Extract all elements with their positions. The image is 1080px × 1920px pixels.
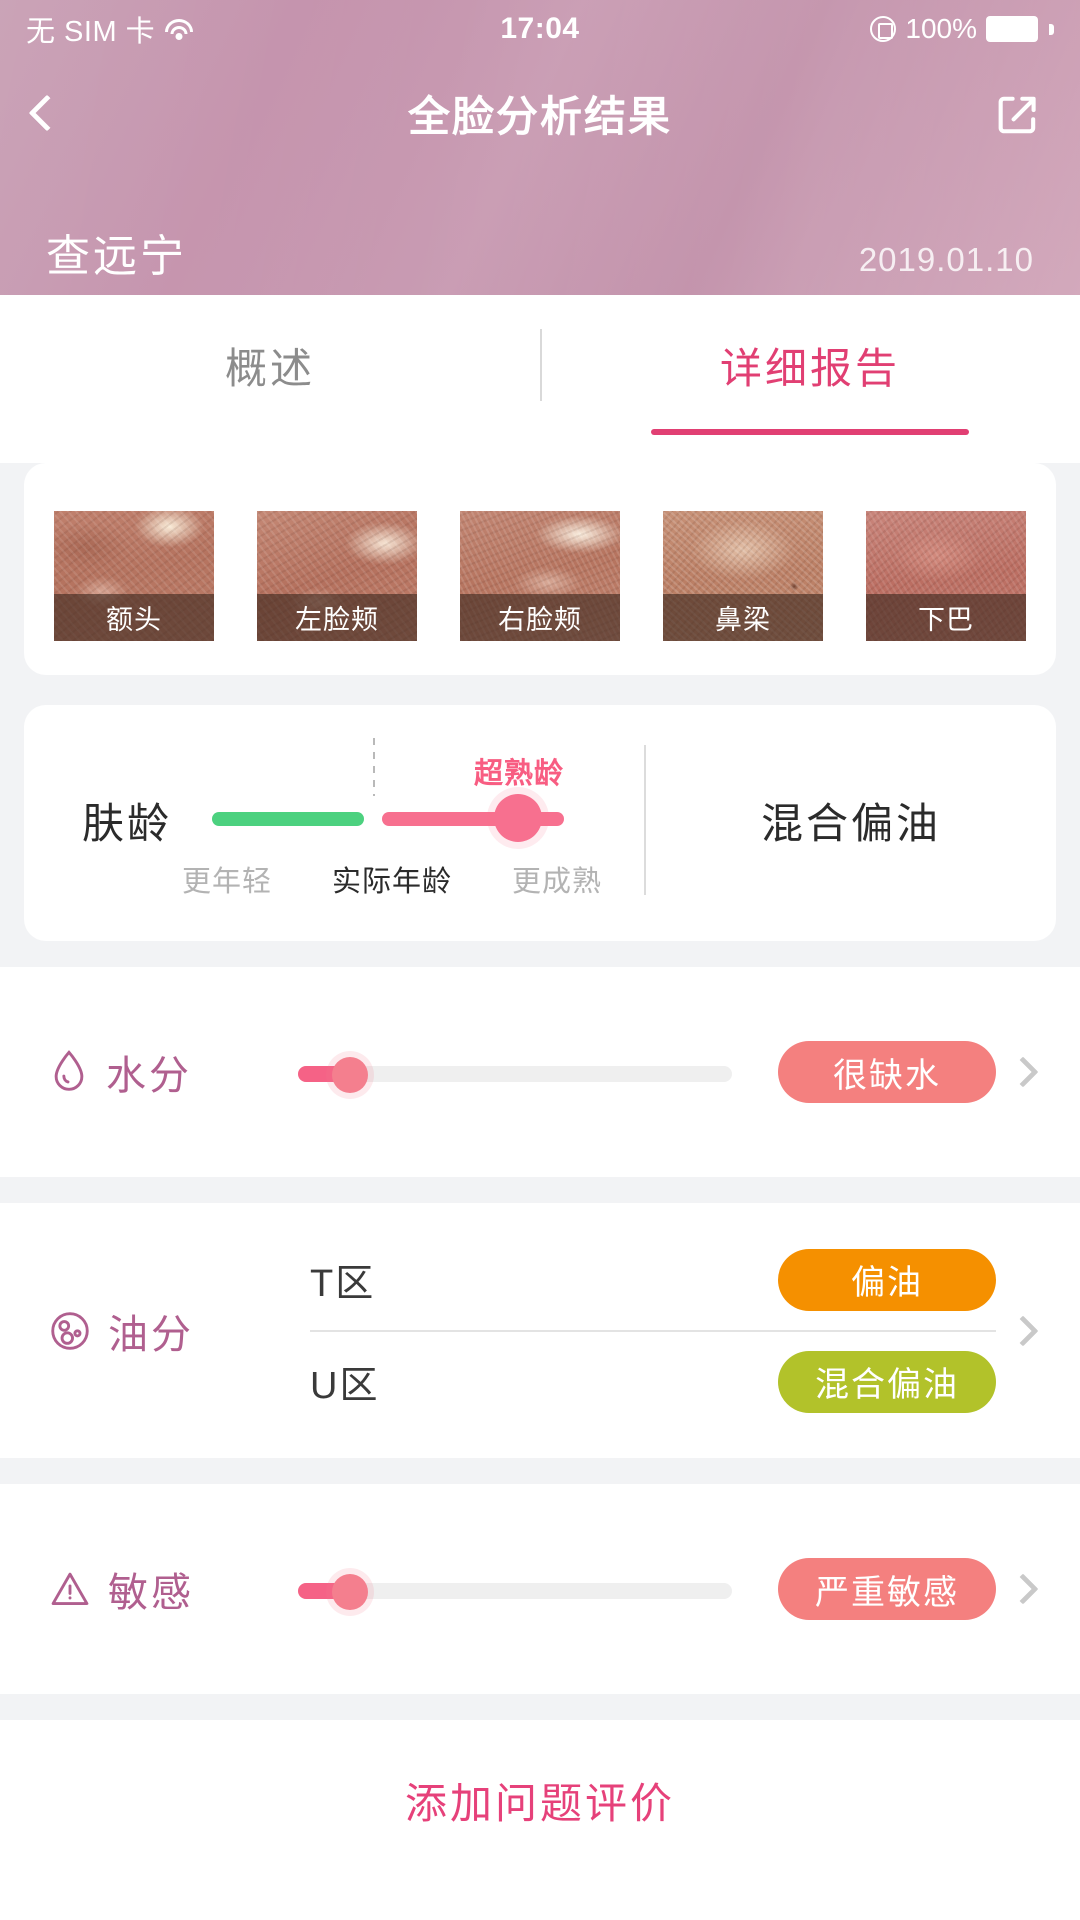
oil-zone-name: U区 — [310, 1365, 380, 1407]
oil-detail-arrow[interactable] — [996, 1314, 1050, 1347]
tab-overview[interactable]: 概述 — [0, 295, 540, 435]
section-gap — [0, 1694, 1080, 1720]
sensitivity-detail-arrow[interactable] — [996, 1573, 1050, 1605]
battery-cap-icon — [1049, 23, 1054, 35]
metric-row-oil[interactable]: 油分 T区 偏油 U区 混合偏油 — [0, 1203, 1080, 1458]
page-title: 全脸分析结果 — [407, 92, 672, 140]
back-button[interactable] — [28, 83, 94, 143]
analysis-date: 2019.01.10 — [858, 241, 1034, 278]
tab-bar: 概述 详细报告 — [0, 295, 1080, 435]
chevron-right-icon — [1007, 1573, 1039, 1605]
patch-thumbnail: 下巴 — [866, 511, 1026, 641]
skin-age-card: 肤龄 超熟龄 更年轻 实际年龄 更成熟 混合偏油 — [24, 705, 1056, 941]
patch-thumbnail: 左脸颊 — [257, 511, 417, 641]
moisture-slider[interactable] — [298, 1043, 732, 1101]
oil-zone-status-wrap: 混合偏油 — [778, 1350, 996, 1413]
skin-age-badge: 超熟龄 — [474, 758, 565, 790]
patch-label: 下巴 — [866, 594, 1026, 641]
moisture-slider-knob[interactable] — [332, 1057, 368, 1093]
nav-bar: 全脸分析结果 — [0, 58, 1080, 168]
oil-zone-status-badge: 偏油 — [778, 1248, 996, 1311]
content-body: 额头 左脸颊 右脸颊 鼻梁 下巴 肤龄 超熟龄 更年轻 实际年龄 更成熟 混合偏… — [0, 463, 1080, 1880]
oil-zone-name: T区 — [310, 1263, 376, 1305]
patch-item[interactable]: 鼻梁 — [663, 511, 823, 641]
moisture-label: 水分 — [106, 1054, 192, 1098]
sensitivity-label-group: 敏感 — [48, 1560, 298, 1618]
skin-patches-card: 额头 左脸颊 右脸颊 鼻梁 下巴 — [24, 463, 1056, 675]
patch-label: 右脸颊 — [460, 594, 620, 641]
patch-item[interactable]: 额头 — [54, 511, 214, 641]
skin-age-tick-labels: 更年轻 实际年龄 更成熟 — [182, 858, 602, 900]
patient-row: 查远宁 2019.01.10 — [0, 168, 1080, 284]
water-drop-icon — [54, 1050, 84, 1091]
chevron-right-icon — [1007, 1314, 1039, 1347]
oil-zone-status-badge: 混合偏油 — [778, 1350, 996, 1413]
tab-detailed-report[interactable]: 详细报告 — [540, 295, 1080, 435]
patient-name: 查远宁 — [46, 232, 187, 281]
section-gap — [0, 1177, 1080, 1203]
patch-thumbnail: 右脸颊 — [460, 511, 620, 641]
sensitivity-slider-area — [298, 1560, 778, 1618]
metric-row-sensitivity[interactable]: 敏感 严重敏感 — [0, 1484, 1080, 1694]
moisture-status-wrap: 很缺水 — [778, 1041, 996, 1103]
rotation-lock-icon — [870, 16, 897, 42]
oil-zone-row: U区 混合偏油 — [310, 1332, 996, 1432]
patch-item[interactable]: 左脸颊 — [257, 511, 417, 641]
section-gap — [0, 1458, 1080, 1484]
page-header: 无 SIM 卡 17:04 100% 全脸分析结果 查远宁 2019.01.10 — [0, 0, 1080, 295]
skin-age-knob[interactable] — [494, 794, 543, 842]
battery-icon — [986, 16, 1038, 42]
sensitivity-slider-knob[interactable] — [332, 1574, 368, 1610]
patch-thumbnail: 额头 — [54, 511, 214, 641]
oil-label: 油分 — [108, 1312, 194, 1357]
skin-age-track-young — [212, 812, 365, 826]
section-gap — [0, 941, 1080, 967]
moisture-status-badge: 很缺水 — [778, 1041, 996, 1103]
add-evaluation-button[interactable]: 添加问题评价 — [0, 1720, 1080, 1880]
patch-label: 额头 — [54, 594, 214, 641]
moisture-detail-arrow[interactable] — [996, 1056, 1050, 1088]
skin-type-section: 混合偏油 — [646, 790, 1056, 851]
patch-label: 左脸颊 — [257, 594, 417, 641]
moisture-label-group: 水分 — [48, 1043, 298, 1101]
oil-zone-row: T区 偏油 — [310, 1230, 996, 1330]
moisture-slider-area — [298, 1043, 778, 1101]
app-screen: 无 SIM 卡 17:04 100% 全脸分析结果 查远宁 2019.01.10… — [0, 0, 1080, 1920]
battery-percent-label: 100% — [905, 13, 977, 44]
skin-age-tick-older: 更成熟 — [511, 866, 602, 898]
chevron-right-icon — [1007, 1056, 1039, 1088]
skin-patch-list: 额头 左脸颊 右脸颊 鼻梁 下巴 — [24, 511, 1056, 641]
share-external-icon — [998, 96, 1036, 134]
sensitivity-label: 敏感 — [108, 1571, 194, 1615]
skin-age-label: 肤龄 — [82, 799, 173, 847]
oil-droplets-icon — [51, 1311, 89, 1350]
skin-age-tick-younger: 更年轻 — [182, 866, 273, 898]
oil-zone-list: T区 偏油 U区 混合偏油 — [298, 1203, 996, 1458]
status-bar-right: 100% — [870, 13, 1054, 45]
skin-type-value: 混合偏油 — [760, 799, 941, 847]
sensitivity-slider[interactable] — [298, 1560, 732, 1618]
share-button[interactable] — [986, 83, 1046, 143]
sensitivity-status-badge: 严重敏感 — [778, 1558, 996, 1620]
sensitivity-status-wrap: 严重敏感 — [778, 1558, 996, 1620]
warning-triangle-icon — [51, 1572, 89, 1605]
patch-item[interactable]: 右脸颊 — [460, 511, 620, 641]
patch-label: 鼻梁 — [663, 594, 823, 641]
oil-label-group: 油分 — [48, 1302, 298, 1360]
status-bar: 无 SIM 卡 17:04 100% — [0, 0, 1080, 58]
patch-item[interactable]: 下巴 — [866, 511, 1026, 641]
skin-age-midline — [373, 738, 376, 796]
skin-age-slider[interactable]: 超熟龄 更年轻 实际年龄 更成熟 — [182, 738, 601, 898]
metric-row-moisture[interactable]: 水分 很缺水 — [0, 967, 1080, 1177]
tab-active-underline — [651, 429, 969, 435]
skin-age-tick-actual: 实际年龄 — [332, 866, 453, 898]
oil-zone-status-wrap: 偏油 — [778, 1248, 996, 1311]
patch-thumbnail: 鼻梁 — [663, 511, 823, 641]
skin-age-section: 肤龄 超熟龄 更年轻 实际年龄 更成熟 — [24, 738, 644, 898]
back-chevron-icon — [28, 94, 66, 132]
